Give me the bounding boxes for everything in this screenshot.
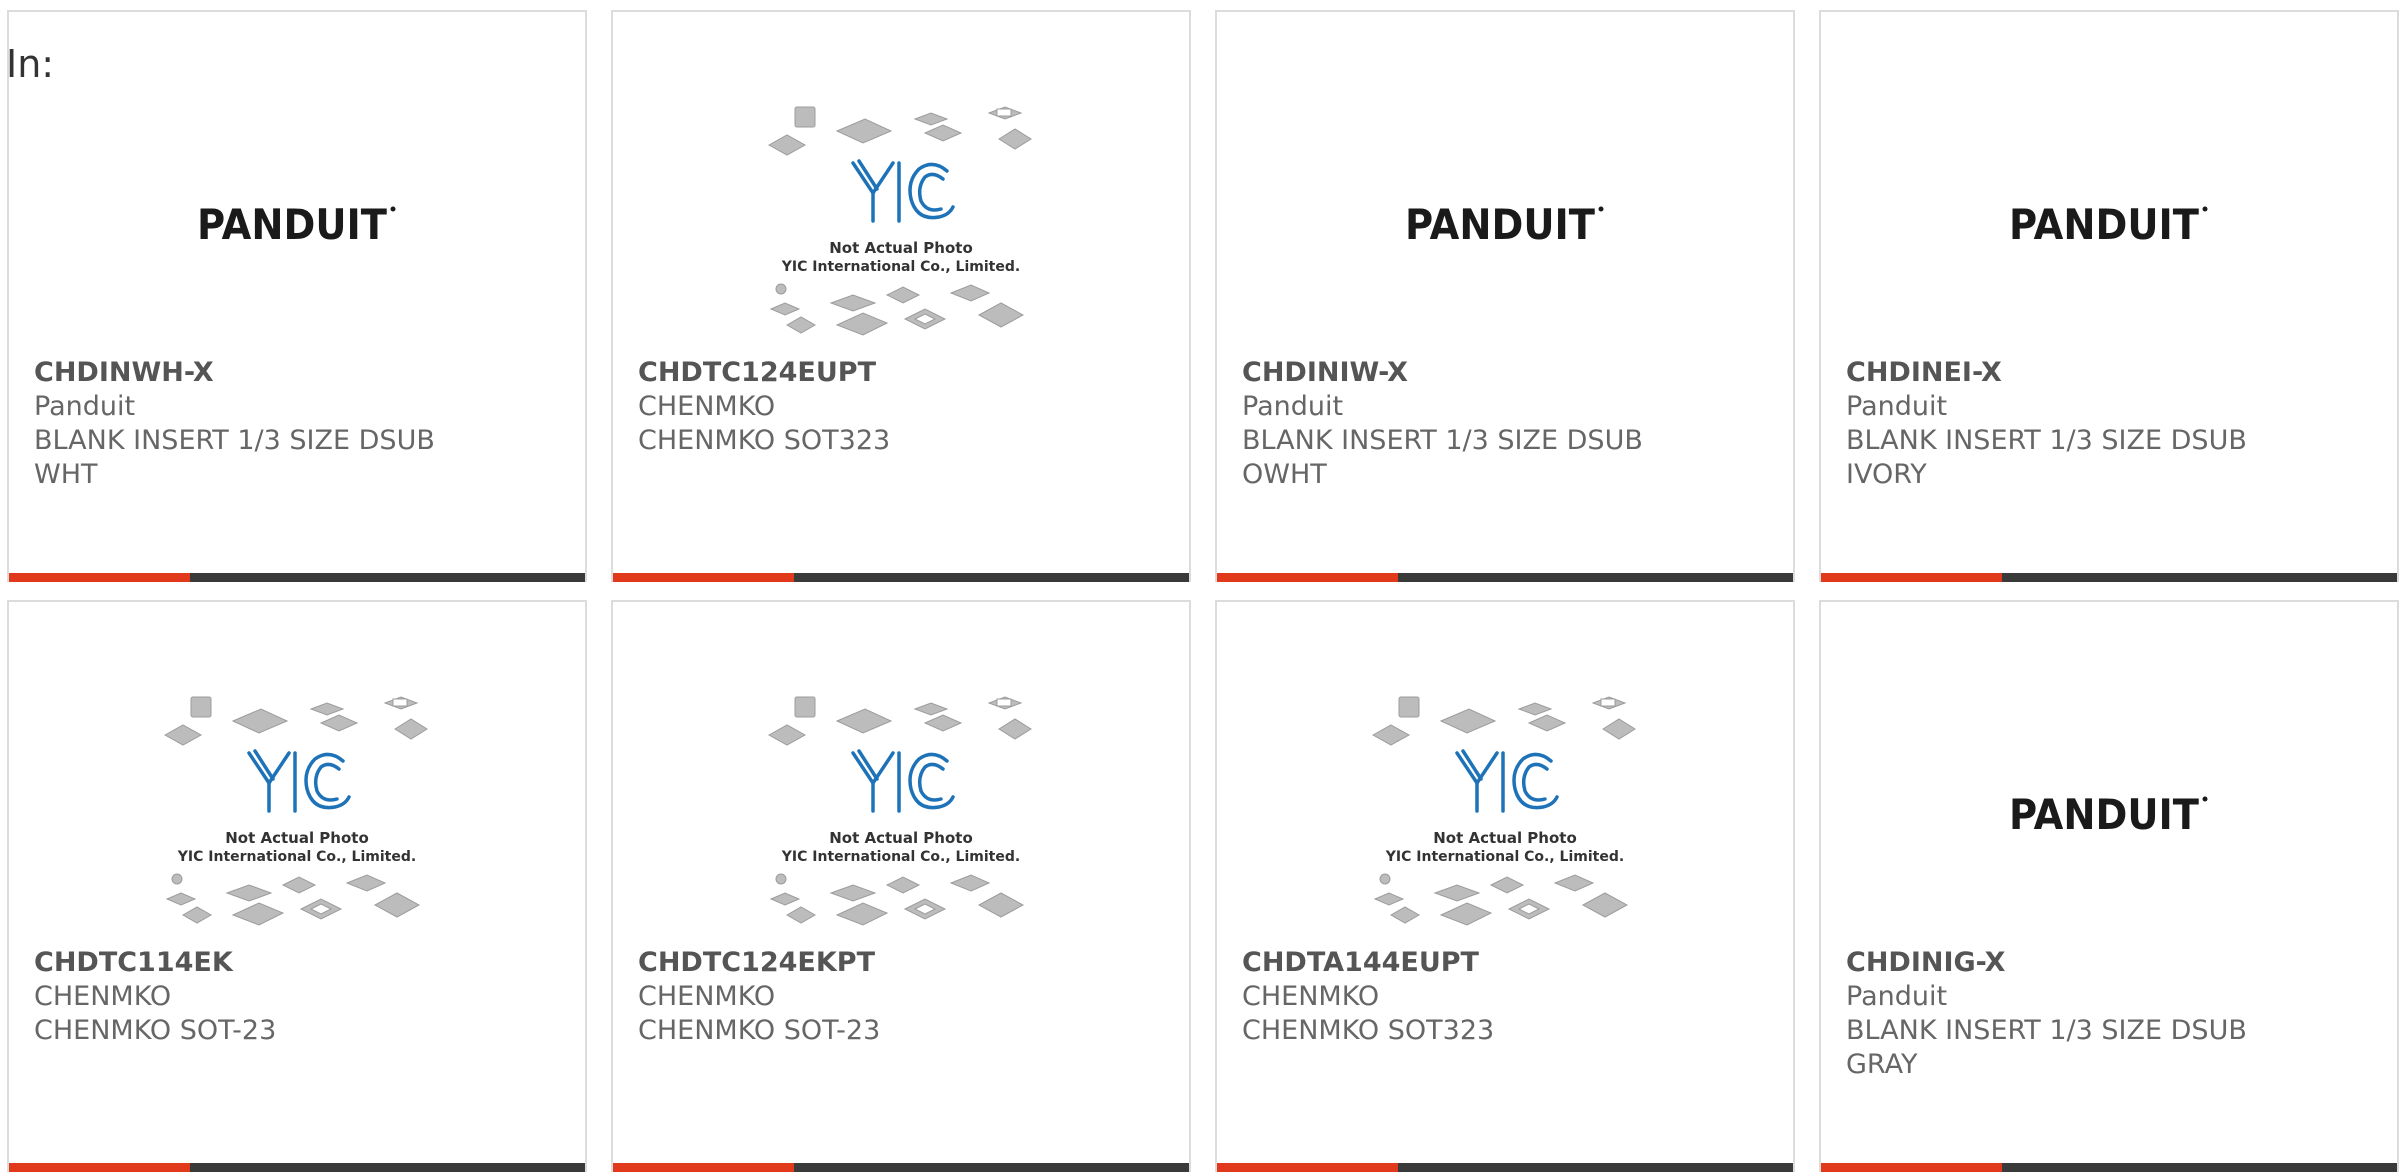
product-description: BLANK INSERT 1/3 SIZE DSUB WHT (34, 425, 435, 490)
product-description: BLANK INSERT 1/3 SIZE DSUB GRAY (1846, 1015, 2247, 1080)
product-description: CHENMKO SOT-23 (638, 1015, 881, 1046)
product-description: CHENMKO SOT323 (1242, 1015, 1495, 1046)
placeholder-caption-1: Not Actual Photo (829, 829, 973, 847)
product-description: BLANK INSERT 1/3 SIZE DSUB OWHT (1242, 425, 1643, 490)
product-description: CHENMKO SOT-23 (34, 1015, 277, 1046)
card-accent-bar (1217, 573, 1398, 582)
placeholder-caption-1: Not Actual Photo (1433, 829, 1577, 847)
card-bottom-bar (1217, 573, 1793, 582)
product-card[interactable]: Not Actual Photo YIC International Co., … (611, 10, 1191, 582)
panduit-logo: PANDUIT (2009, 201, 2208, 245)
product-card[interactable]: PANDUIT CHDINEI-X Panduit BLANK INSERT 1… (1819, 10, 2399, 582)
manufacturer: Panduit (34, 391, 136, 422)
product-image: Not Actual Photo YIC International Co., … (613, 92, 1189, 354)
card-bottom-bar (1821, 1163, 2397, 1172)
card-accent-bar (613, 1163, 794, 1172)
product-card[interactable]: PANDUIT CHDINIG-X Panduit BLANK INSERT 1… (1819, 600, 2399, 1172)
manufacturer: Panduit (1242, 391, 1344, 422)
card-accent-bar (9, 573, 190, 582)
yic-placeholder-image: Not Actual Photo YIC International Co., … (163, 696, 428, 926)
card-bottom-bar (1821, 573, 2397, 582)
card-bottom-bar (613, 1163, 1189, 1172)
manufacturer: CHENMKO (638, 391, 776, 422)
part-number[interactable]: CHDINIG-X (1846, 946, 2387, 980)
part-number[interactable]: CHDINEI-X (1846, 356, 2387, 390)
part-number[interactable]: CHDINIW-X (1242, 356, 1783, 390)
part-number[interactable]: CHDTA144EUPT (1242, 946, 1783, 980)
product-image: PANDUIT (1821, 682, 2397, 944)
placeholder-caption-2: YIC International Co., Limited. (177, 849, 416, 865)
card-accent-bar (1217, 1163, 1398, 1172)
product-card[interactable]: Not Actual Photo YIC International Co., … (1215, 600, 1795, 1172)
part-number[interactable]: CHDINWH-X (34, 356, 575, 390)
yic-placeholder-image: Not Actual Photo YIC International Co., … (767, 696, 1032, 926)
card-bottom-bar (613, 573, 1189, 582)
manufacturer: CHENMKO (638, 981, 776, 1012)
product-card[interactable]: PANDUIT CHDINIW-X Panduit BLANK INSERT 1… (1215, 10, 1795, 582)
card-accent-bar (613, 573, 794, 582)
yic-placeholder-image: Not Actual Photo YIC International Co., … (1371, 696, 1636, 926)
panduit-logo: PANDUIT (2009, 791, 2208, 835)
product-image: PANDUIT (1821, 92, 2397, 354)
panduit-logo: PANDUIT (197, 201, 396, 245)
product-image: Not Actual Photo YIC International Co., … (613, 682, 1189, 944)
placeholder-caption-2: YIC International Co., Limited. (1385, 849, 1624, 865)
manufacturer: CHENMKO (1242, 981, 1380, 1012)
card-accent-bar (9, 1163, 190, 1172)
product-card[interactable]: Not Actual Photo YIC International Co., … (611, 600, 1191, 1172)
svg-text:PANDUIT: PANDUIT (197, 201, 387, 245)
part-number[interactable]: CHDTC124EUPT (638, 356, 1179, 390)
panduit-logo: PANDUIT (1405, 201, 1604, 245)
placeholder-caption-2: YIC International Co., Limited. (781, 849, 1020, 865)
product-grid: PANDUIT CHDINWH-X Panduit BLANK INSERT 1… (0, 0, 2400, 1172)
yic-placeholder-image: Not Actual Photo YIC International Co., … (767, 106, 1032, 336)
card-accent-bar (1821, 1163, 2002, 1172)
product-description: CHENMKO SOT323 (638, 425, 891, 456)
card-bottom-bar (9, 573, 585, 582)
product-image: PANDUIT (1217, 92, 1793, 354)
placeholder-caption-1: Not Actual Photo (829, 239, 973, 257)
part-number[interactable]: CHDTC124EKPT (638, 946, 1179, 980)
product-card[interactable]: Not Actual Photo YIC International Co., … (7, 600, 587, 1172)
product-image: Not Actual Photo YIC International Co., … (9, 682, 585, 944)
svg-text:PANDUIT: PANDUIT (1405, 201, 1595, 245)
product-description: BLANK INSERT 1/3 SIZE DSUB IVORY (1846, 425, 2247, 490)
svg-text:PANDUIT: PANDUIT (2009, 201, 2199, 245)
product-image: Not Actual Photo YIC International Co., … (1217, 682, 1793, 944)
card-accent-bar (1821, 573, 2002, 582)
card-bottom-bar (9, 1163, 585, 1172)
placeholder-caption-1: Not Actual Photo (225, 829, 369, 847)
card-bottom-bar (1217, 1163, 1793, 1172)
product-image: PANDUIT (9, 92, 585, 354)
filter-in-label: In: (6, 42, 55, 86)
manufacturer: Panduit (1846, 391, 1948, 422)
manufacturer: Panduit (1846, 981, 1948, 1012)
manufacturer: CHENMKO (34, 981, 172, 1012)
part-number[interactable]: CHDTC114EK (34, 946, 575, 980)
product-card[interactable]: PANDUIT CHDINWH-X Panduit BLANK INSERT 1… (7, 10, 587, 582)
svg-text:PANDUIT: PANDUIT (2009, 791, 2199, 835)
placeholder-caption-2: YIC International Co., Limited. (781, 259, 1020, 275)
